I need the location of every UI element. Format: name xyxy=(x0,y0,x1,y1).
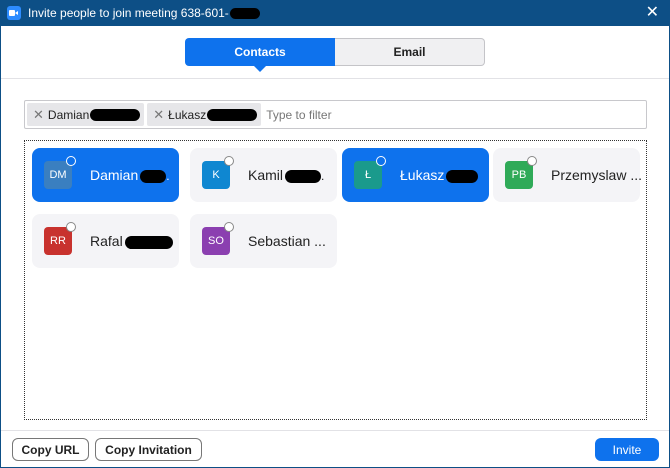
copy-invitation-button[interactable]: Copy Invitation xyxy=(95,438,202,461)
redacted-block xyxy=(140,169,167,183)
divider xyxy=(1,430,669,431)
contacts-grid: DM Damian. K Kamil. Ł Łukasz PB Przemysl… xyxy=(24,140,647,420)
redacted-block xyxy=(285,169,322,183)
contact-card[interactable]: SO Sebastian ... xyxy=(190,214,337,268)
redacted-block xyxy=(229,8,260,20)
recipient-filter-box[interactable]: ✕ Damian ✕ Łukasz xyxy=(24,100,647,129)
presence-status-icon xyxy=(224,156,234,166)
contact-name: Łukasz xyxy=(400,167,479,183)
presence-status-icon xyxy=(376,156,386,166)
redacted-block xyxy=(124,235,173,249)
recipient-chip: ✕ Łukasz xyxy=(147,103,262,126)
contact-name-text: Łukasz xyxy=(400,167,445,183)
presence-status-icon xyxy=(66,156,76,166)
tab-email[interactable]: Email xyxy=(335,38,485,66)
contact-name-text: Damian xyxy=(90,167,139,183)
contact-name: Rafal xyxy=(90,233,173,249)
chip-label: Damian xyxy=(47,107,90,122)
tab-contacts[interactable]: Contacts xyxy=(185,38,335,72)
window-title: Invite people to join meeting 638-601- xyxy=(28,6,260,20)
contact-card[interactable]: Ł Łukasz xyxy=(342,148,489,202)
copy-url-button[interactable]: Copy URL xyxy=(12,438,89,461)
contact-name-text: Sebastian ... xyxy=(248,233,326,249)
presence-status-icon xyxy=(527,156,537,166)
close-icon[interactable]: ✕ xyxy=(646,3,659,23)
tab-bar: Contacts Email xyxy=(185,38,485,72)
filter-input[interactable] xyxy=(266,107,567,122)
presence-status-icon xyxy=(66,222,76,232)
window-title-text: Invite people to join meeting 638-601- xyxy=(28,6,229,20)
redacted-block xyxy=(207,108,258,121)
contact-card[interactable]: DM Damian. xyxy=(32,148,179,202)
invite-button[interactable]: Invite xyxy=(595,438,659,461)
redacted-block xyxy=(90,108,141,121)
zoom-camera-icon xyxy=(7,6,21,20)
contact-name: Damian. xyxy=(90,167,170,183)
contact-name-text: Rafal xyxy=(90,233,123,249)
recipient-chip: ✕ Damian xyxy=(27,103,145,126)
contact-card[interactable]: K Kamil. xyxy=(190,148,337,202)
contact-card[interactable]: RR Rafal xyxy=(32,214,179,268)
remove-chip-icon[interactable]: ✕ xyxy=(33,107,44,123)
presence-status-icon xyxy=(224,222,234,232)
name-suffix: . xyxy=(166,169,170,183)
chip-label: Łukasz xyxy=(168,107,207,122)
remove-chip-icon[interactable]: ✕ xyxy=(153,107,164,123)
contact-name: Przemyslaw ... xyxy=(551,167,642,183)
contact-card[interactable]: PB Przemyslaw ... xyxy=(493,148,642,202)
name-suffix: . xyxy=(321,169,325,183)
divider xyxy=(1,78,669,79)
contact-name: Sebastian ... xyxy=(248,233,326,249)
contact-name-text: Przemyslaw ... xyxy=(551,167,643,183)
contact-name-text: Kamil xyxy=(248,167,284,183)
contact-name: Kamil. xyxy=(248,167,324,183)
title-bar: Invite people to join meeting 638-601- ✕ xyxy=(0,0,670,26)
redacted-block xyxy=(446,169,479,183)
